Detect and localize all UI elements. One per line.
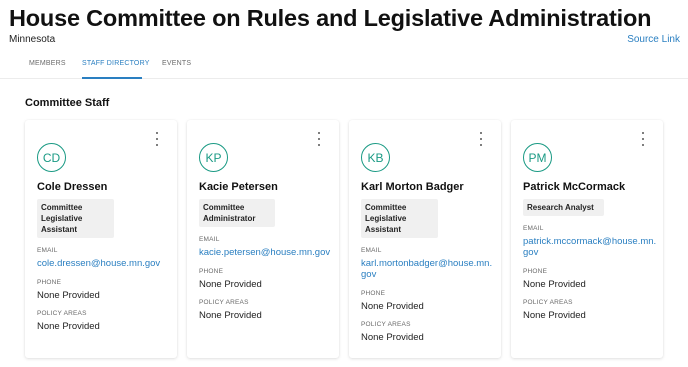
role-badge: Committee Legislative Assistant (361, 199, 438, 238)
page-subtitle: Minnesota (9, 34, 56, 45)
avatar: CD (37, 143, 66, 172)
role-line: Committee (203, 203, 245, 212)
role-line: Research Analyst (527, 203, 594, 212)
email-line: patrick.mccormack@house.mn. (523, 236, 657, 247)
phone-label: PHONE (523, 268, 548, 275)
email-line: cole.dressen@house.mn.gov (37, 258, 161, 269)
tab-events[interactable]: EVENTS (162, 60, 191, 67)
email-link[interactable]: cole.dressen@house.mn.gov (37, 258, 160, 269)
policy-areas-value: None Provided (199, 310, 262, 321)
more-options-icon[interactable] (152, 132, 162, 146)
email-link[interactable]: patrick.mccormack@house.mn. gov (523, 236, 656, 258)
role-line: Committee (41, 203, 83, 212)
tab-members[interactable]: MEMBERS (29, 60, 66, 67)
staff-card: KB Karl Morton Badger Committee Legislative… (349, 120, 501, 358)
role-badge: Committee Legislative Assistant (37, 199, 114, 238)
avatar: KB (361, 143, 390, 172)
policy-areas-label: POLICY AREAS (361, 321, 411, 328)
more-options-icon[interactable] (476, 132, 486, 146)
policy-areas-value: None Provided (523, 310, 586, 321)
active-tab-indicator (82, 77, 142, 79)
role-line: Assistant (365, 225, 402, 234)
phone-value: None Provided (37, 290, 100, 301)
policy-areas-label: POLICY AREAS (199, 299, 249, 306)
staff-card: PM Patrick McCormack Research Analyst EMAIL… (511, 120, 663, 358)
phone-value: None Provided (361, 301, 424, 312)
staff-name: Kacie Petersen (199, 181, 278, 193)
source-link[interactable]: Source Link (627, 34, 680, 45)
role-badge: Research Analyst (523, 199, 604, 216)
phone-label: PHONE (199, 268, 224, 275)
phone-value: None Provided (523, 279, 586, 290)
email-line: karl.mortonbadger@house.mn. (361, 258, 493, 269)
email-link[interactable]: karl.mortonbadger@house.mn. gov (361, 258, 492, 280)
staff-name: Patrick McCormack (523, 181, 626, 193)
role-line: Committee (365, 203, 407, 212)
policy-areas-value: None Provided (361, 332, 424, 343)
email-label: EMAIL (199, 236, 220, 243)
more-options-icon[interactable] (638, 132, 648, 146)
email-line: kacie.petersen@house.mn.gov (199, 247, 331, 258)
role-line: Legislative (41, 214, 83, 223)
policy-areas-value: None Provided (37, 321, 100, 332)
email-line: gov (523, 247, 539, 258)
staff-card: KP Kacie Petersen Committee Administrator EM… (187, 120, 339, 358)
phone-label: PHONE (361, 290, 386, 297)
policy-areas-label: POLICY AREAS (523, 299, 573, 306)
section-title: Committee Staff (25, 97, 110, 109)
email-label: EMAIL (37, 247, 58, 254)
staff-name: Karl Morton Badger (361, 181, 464, 193)
role-line: Assistant (41, 225, 78, 234)
more-options-icon[interactable] (314, 132, 324, 146)
role-line: Administrator (203, 214, 256, 223)
phone-value: None Provided (199, 279, 262, 290)
role-badge: Committee Administrator (199, 199, 275, 227)
email-label: EMAIL (361, 247, 382, 254)
staff-card: CD Cole Dressen Committee Legislative Assist… (25, 120, 177, 358)
avatar: PM (523, 143, 552, 172)
email-label: EMAIL (523, 225, 544, 232)
email-link[interactable]: kacie.petersen@house.mn.gov (199, 247, 330, 258)
avatar: KP (199, 143, 228, 172)
tab-staff-directory[interactable]: STAFF DIRECTORY (82, 60, 150, 67)
tab-bar: MEMBERS STAFF DIRECTORY EVENTS (0, 52, 688, 79)
phone-label: PHONE (37, 279, 62, 286)
page-title: House Committee on Rules and Legislative… (9, 5, 652, 31)
staff-name: Cole Dressen (37, 181, 108, 193)
policy-areas-label: POLICY AREAS (37, 310, 87, 317)
role-line: Legislative (365, 214, 407, 223)
email-line: gov (361, 269, 377, 280)
